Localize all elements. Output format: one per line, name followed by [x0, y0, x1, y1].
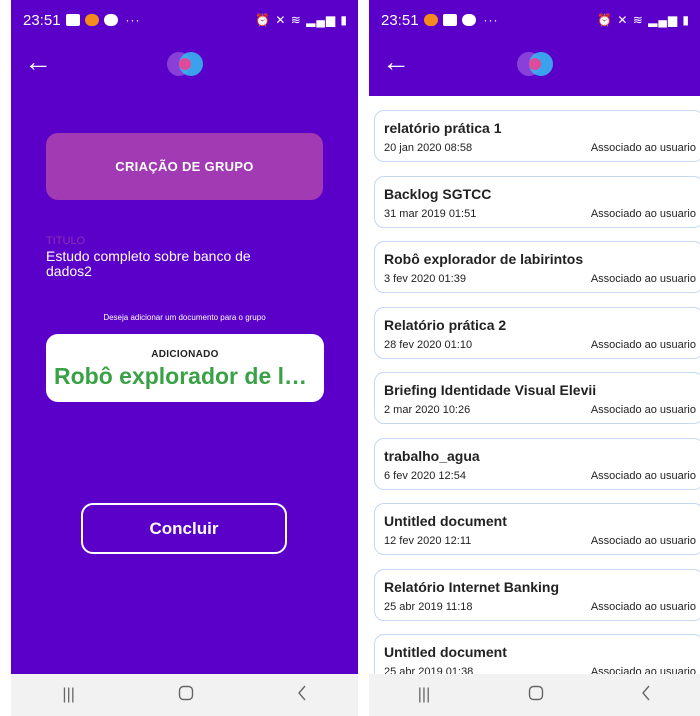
back-arrow-icon[interactable]: ← — [382, 48, 410, 76]
more-notifications: ··· — [125, 13, 141, 27]
system-nav-bar: ||| — [11, 674, 358, 716]
status-time: 23:51 — [23, 11, 61, 29]
document-title: Robô explorador de labirintos — [384, 251, 584, 267]
notification-icon — [423, 14, 438, 26]
recents-icon[interactable]: ||| — [62, 686, 74, 704]
document-title: relatório prática 1 — [384, 120, 502, 136]
document-title: Briefing Identidade Visual Elevii — [384, 382, 597, 398]
document-item[interactable]: Backlog SGTCC 31 mar 2019 01:51 Associado … — [374, 175, 700, 228]
gallery-icon — [442, 14, 457, 26]
document-title: Untitled document — [384, 513, 507, 529]
document-association-status: Associado ao usuario — [590, 207, 696, 220]
status-bar: 23:51 ··· ⏰ ✕ ≋ ▂▄▆ ▮ — [369, 0, 700, 40]
more-notifications: ··· — [483, 13, 499, 27]
document-item[interactable]: relatório prática 1 20 jan 2020 08:58 Asso… — [374, 110, 700, 162]
app-logo-icon — [516, 52, 553, 76]
document-date: 25 abr 2019 01:38 — [384, 666, 474, 674]
document-item[interactable]: Untitled document 25 abr 2019 01:38 Associ… — [374, 634, 700, 674]
facebook-icon — [461, 14, 476, 26]
document-date: 20 jan 2020 08:58 — [384, 142, 473, 154]
document-association-status: Associado ao usuario — [590, 666, 696, 674]
top-bar: 23:51 ··· ⏰ ✕ ≋ ▂▄▆ ▮ ← — [369, 0, 700, 96]
document-date: 31 mar 2019 01:51 — [384, 207, 477, 220]
system-nav-bar: ||| — [369, 674, 700, 716]
document-list[interactable]: relatório prática 1 20 jan 2020 08:58 Asso… — [369, 96, 700, 674]
document-name: Robô explorador de labirintos — [54, 363, 324, 389]
document-association-status: Associado ao usuario — [590, 142, 696, 154]
nav-back-icon[interactable] — [297, 685, 307, 706]
status-time: 23:51 — [381, 11, 419, 29]
document-association-status: Associado ao usuario — [590, 404, 696, 416]
document-list-screen: 23:51 ··· ⏰ ✕ ≋ ▂▄▆ ▮ ← relatório prátic… — [369, 0, 700, 716]
title-field[interactable]: Estudo completo sobre banco de dados2 — [46, 249, 276, 279]
title-label: TITULO — [46, 235, 86, 247]
document-association-status: Associado ao usuario — [590, 600, 696, 613]
nav-back-icon[interactable] — [641, 685, 651, 706]
document-prompt: Deseja adicionar um documento para o gru… — [103, 313, 266, 322]
home-icon[interactable] — [528, 685, 544, 706]
app-logo-icon — [166, 52, 203, 76]
create-group-screen: 23:51 ··· ⏰ ✕ ≋ ▂▄▆ ▮ ← CRIAÇÃO DE GRUPO… — [11, 0, 358, 716]
document-item[interactable]: Briefing Identidade Visual Elevii 2 mar 2… — [374, 372, 700, 424]
document-date: 2 mar 2020 10:26 — [384, 404, 471, 416]
document-item[interactable]: trabalho_agua 6 fev 2020 12:54 Associado a… — [374, 437, 700, 490]
document-date: 28 fev 2020 01:10 — [384, 338, 473, 351]
signal-battery-icons: ⏰ ✕ ≋ ▂▄▆ ▮ — [597, 13, 690, 27]
document-item[interactable]: Untitled document 12 fev 2020 12:11 Associ… — [374, 503, 700, 555]
document-title: Backlog SGTCC — [384, 185, 492, 202]
facebook-icon — [103, 14, 118, 26]
create-group-header: CRIAÇÃO DE GRUPO — [46, 133, 323, 200]
document-title: Relatório prática 2 — [384, 316, 507, 333]
app-bar: ← — [369, 40, 700, 96]
document-title: Untitled document — [384, 644, 507, 660]
notification-icon — [84, 14, 99, 26]
document-title: Relatório Internet Banking — [384, 578, 560, 595]
document-date: 12 fev 2020 12:11 — [384, 535, 472, 547]
document-item[interactable]: Robô explorador de labirintos 3 fev 2020 … — [374, 241, 700, 293]
document-association-status: Associado ao usuario — [590, 273, 696, 285]
recents-icon[interactable]: ||| — [418, 686, 430, 704]
gallery-icon — [65, 14, 80, 26]
status-bar: 23:51 ··· ⏰ ✕ ≋ ▂▄▆ ▮ — [11, 0, 358, 40]
document-title: trabalho_agua — [384, 447, 480, 464]
back-arrow-icon[interactable]: ← — [24, 48, 52, 76]
document-date: 25 abr 2019 11:18 — [384, 600, 473, 613]
selected-document-card[interactable]: ADICIONADO Robô explorador de labirintos — [46, 334, 324, 402]
document-item[interactable]: Relatório Internet Banking 25 abr 2019 11… — [374, 568, 700, 621]
app-bar: ← — [11, 40, 358, 96]
document-status: ADICIONADO — [151, 349, 219, 360]
finish-button[interactable]: Concluir — [81, 503, 287, 554]
document-date: 6 fev 2020 12:54 — [384, 469, 466, 482]
document-association-status: Associado ao usuario — [590, 535, 696, 547]
document-date: 3 fev 2020 01:39 — [384, 273, 466, 285]
home-icon[interactable] — [178, 685, 194, 706]
document-item[interactable]: Relatório prática 2 28 fev 2020 01:10 Asso… — [374, 306, 700, 359]
document-association-status: Associado ao usuario — [590, 338, 696, 351]
document-association-status: Associado ao usuario — [590, 469, 696, 482]
signal-battery-icons: ⏰ ✕ ≋ ▂▄▆ ▮ — [255, 13, 348, 27]
